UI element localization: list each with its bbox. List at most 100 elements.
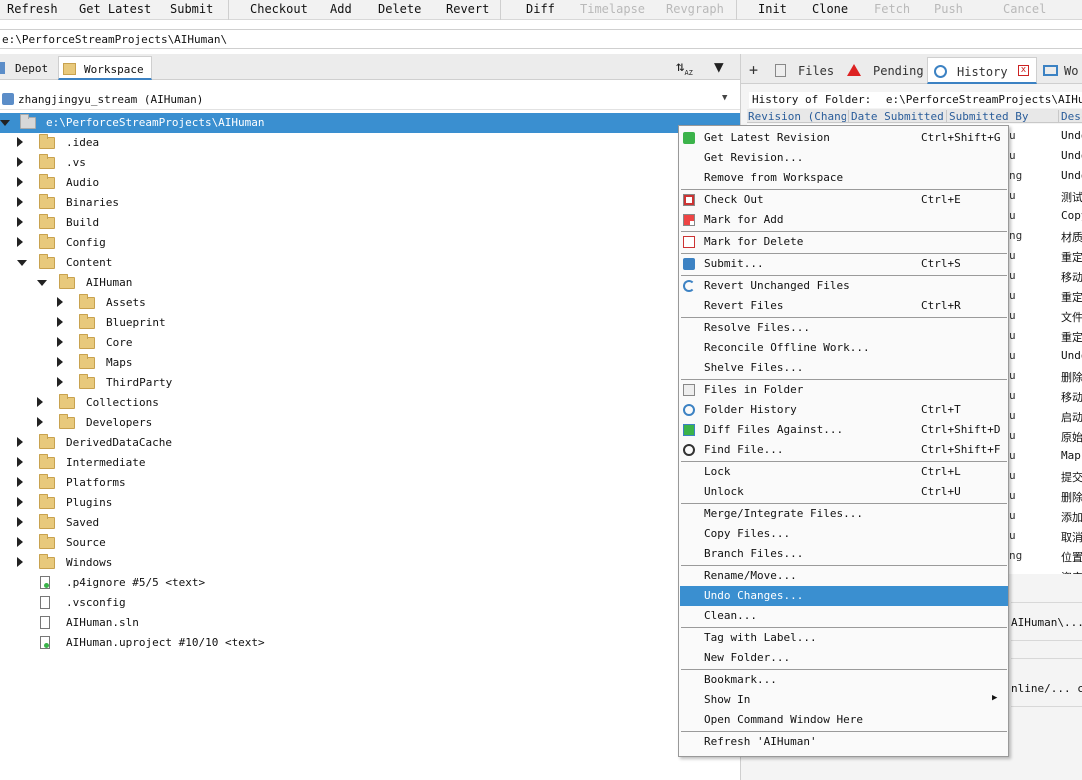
menu-item-rename-move[interactable]: Rename/Move... — [680, 566, 1008, 586]
tree-row-audio[interactable]: Audio — [0, 173, 740, 193]
expand-arrow-right-icon[interactable] — [17, 517, 23, 527]
expand-arrow-right-icon[interactable] — [57, 357, 63, 367]
menu-item-get-latest-revision[interactable]: Get Latest Revision Ctrl+Shift+G — [680, 128, 1008, 148]
tab-workspace-right[interactable]: Wo — [1043, 57, 1082, 84]
expand-arrow-down-icon[interactable] — [17, 260, 27, 266]
stream-selector[interactable]: zhangjingyu_stream (AIHuman) ▼ — [0, 90, 740, 110]
address-path[interactable]: e:\PerforceStreamProjects\AIHuman\ — [2, 33, 227, 46]
menu-item-submit[interactable]: Submit... Ctrl+S — [680, 254, 1008, 274]
tree-row-aihuman-sln[interactable]: AIHuman.sln — [0, 613, 740, 633]
expand-arrow-right-icon[interactable] — [17, 157, 23, 167]
tree-row-thirdparty[interactable]: ThirdParty — [0, 373, 740, 393]
menu-item-lock[interactable]: Lock Ctrl+L — [680, 462, 1008, 482]
tree-row-vsconfig[interactable]: .vsconfig — [0, 593, 740, 613]
tree-row-content[interactable]: Content — [0, 253, 740, 273]
tree-row-deriveddatacache[interactable]: DerivedDataCache — [0, 433, 740, 453]
tree-row-binaries[interactable]: Binaries — [0, 193, 740, 213]
menu-item-remove-from-workspace[interactable]: Remove from Workspace — [680, 168, 1008, 188]
expand-arrow-right-icon[interactable] — [37, 397, 43, 407]
menu-item-diff-files-against[interactable]: Diff Files Against... Ctrl+Shift+D — [680, 420, 1008, 440]
col-submitted-by[interactable]: Submitted By — [946, 110, 1056, 123]
filter-icon[interactable]: ▼ — [714, 57, 724, 76]
expand-arrow-right-icon[interactable] — [37, 417, 43, 427]
col-revision[interactable]: Revision (Change — [748, 110, 846, 123]
menu-item-find-file[interactable]: Find File... Ctrl+Shift+F — [680, 440, 1008, 460]
expand-arrow-right-icon[interactable] — [17, 457, 23, 467]
revert-button[interactable]: Revert — [446, 2, 489, 16]
expand-arrow-right-icon[interactable] — [17, 177, 23, 187]
cancel-button[interactable]: Cancel — [1003, 2, 1046, 16]
sort-az-icon[interactable]: ⇅AZ — [676, 59, 693, 77]
chevron-down-icon[interactable]: ▼ — [722, 93, 727, 103]
revgraph-button[interactable]: Revgraph — [666, 2, 724, 16]
init-button[interactable]: Init — [758, 2, 787, 16]
menu-item-check-out[interactable]: Check Out Ctrl+E — [680, 190, 1008, 210]
expand-arrow-down-icon[interactable] — [37, 280, 47, 286]
tree-row-aihuman[interactable]: AIHuman — [0, 273, 740, 293]
tree-row-windows[interactable]: Windows — [0, 553, 740, 573]
tree-row-config[interactable]: Config — [0, 233, 740, 253]
refresh-button[interactable]: Refresh — [7, 2, 58, 16]
tree-row-build[interactable]: Build — [0, 213, 740, 233]
tab-history[interactable]: History x — [927, 57, 1037, 84]
menu-item-tag-with-label[interactable]: Tag with Label... — [680, 628, 1008, 648]
tree-row-maps[interactable]: Maps — [0, 353, 740, 373]
menu-item-shelve-files[interactable]: Shelve Files... — [680, 358, 1008, 378]
expand-arrow-down-icon[interactable] — [0, 120, 10, 126]
menu-item-revert-files[interactable]: Revert Files Ctrl+R — [680, 296, 1008, 316]
menu-item-branch-files[interactable]: Branch Files... — [680, 544, 1008, 564]
tree-row-developers[interactable]: Developers — [0, 413, 740, 433]
fetch-button[interactable]: Fetch — [874, 2, 910, 16]
add-button[interactable]: Add — [330, 2, 352, 16]
submit-button[interactable]: Submit — [170, 2, 213, 16]
push-button[interactable]: Push — [934, 2, 963, 16]
checkout-button[interactable]: Checkout — [250, 2, 308, 16]
expand-arrow-right-icon[interactable] — [57, 317, 63, 327]
menu-item-undo-changes[interactable]: Undo Changes... — [680, 586, 1008, 606]
expand-arrow-right-icon[interactable] — [57, 297, 63, 307]
menu-item-bookmark[interactable]: Bookmark... — [680, 670, 1008, 690]
menu-item-refresh-aihuman[interactable]: Refresh 'AIHuman' — [680, 732, 1008, 752]
tree-row-e-perforcestreamprojects-aihuman[interactable]: e:\PerforceStreamProjects\AIHuman — [0, 113, 740, 133]
tab-files[interactable]: Files — [775, 57, 837, 84]
expand-arrow-right-icon[interactable] — [57, 337, 63, 347]
menu-item-clean[interactable]: Clean... — [680, 606, 1008, 626]
tree-row-vs[interactable]: .vs — [0, 153, 740, 173]
menu-item-unlock[interactable]: Unlock Ctrl+U — [680, 482, 1008, 502]
expand-arrow-right-icon[interactable] — [17, 217, 23, 227]
menu-item-files-in-folder[interactable]: Files in Folder — [680, 380, 1008, 400]
expand-arrow-right-icon[interactable] — [17, 537, 23, 547]
clone-button[interactable]: Clone — [812, 2, 848, 16]
tab-depot[interactable]: Depot — [0, 56, 56, 80]
timelapse-button[interactable]: Timelapse — [580, 2, 645, 16]
expand-arrow-right-icon[interactable] — [17, 557, 23, 567]
menu-item-get-revision[interactable]: Get Revision... — [680, 148, 1008, 168]
delete-button[interactable]: Delete — [378, 2, 421, 16]
tree-row-assets[interactable]: Assets — [0, 293, 740, 313]
expand-arrow-right-icon[interactable] — [17, 137, 23, 147]
tree-row-intermediate[interactable]: Intermediate — [0, 453, 740, 473]
add-tab-icon[interactable]: + — [749, 57, 758, 84]
tree-row-p4ignore-5-5-text[interactable]: .p4ignore #5/5 <text> — [0, 573, 740, 593]
tree-row-blueprint[interactable]: Blueprint — [0, 313, 740, 333]
address-bar[interactable]: e:\PerforceStreamProjects\AIHuman\ — [0, 29, 1082, 49]
expand-arrow-right-icon[interactable] — [17, 437, 23, 447]
expand-arrow-right-icon[interactable] — [17, 477, 23, 487]
tree-row-saved[interactable]: Saved — [0, 513, 740, 533]
tree-row-core[interactable]: Core — [0, 333, 740, 353]
tree-row-idea[interactable]: .idea — [0, 133, 740, 153]
menu-item-mark-for-delete[interactable]: Mark for Delete — [680, 232, 1008, 252]
expand-arrow-right-icon[interactable] — [17, 237, 23, 247]
tree-row-source[interactable]: Source — [0, 533, 740, 553]
menu-item-folder-history[interactable]: Folder History Ctrl+T — [680, 400, 1008, 420]
tab-workspace[interactable]: Workspace — [58, 56, 152, 80]
menu-item-mark-for-add[interactable]: Mark for Add — [680, 210, 1008, 230]
menu-item-new-folder[interactable]: New Folder... — [680, 648, 1008, 668]
tab-pending[interactable]: Pending — [847, 57, 927, 84]
expand-arrow-right-icon[interactable] — [57, 377, 63, 387]
tree-row-collections[interactable]: Collections — [0, 393, 740, 413]
col-date-submitted[interactable]: Date Submitted▼ — [848, 110, 944, 123]
close-tab-icon[interactable]: x — [1018, 65, 1029, 76]
tree-row-platforms[interactable]: Platforms — [0, 473, 740, 493]
menu-item-merge-integrate-files[interactable]: Merge/Integrate Files... — [680, 504, 1008, 524]
